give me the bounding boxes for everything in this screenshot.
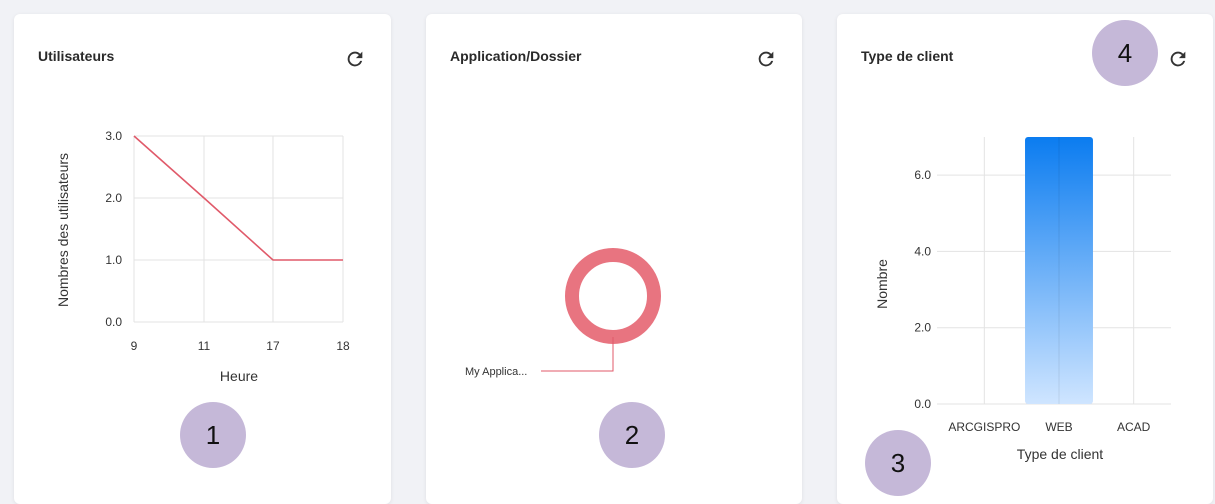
annotation-badge: 3: [865, 430, 931, 496]
y-tick-label: 2.0: [914, 321, 931, 335]
x-axis-title: Type de client: [1017, 446, 1103, 462]
annotation-badge: 4: [1092, 20, 1158, 86]
x-tick-label: ARCGISPRO: [948, 420, 1020, 434]
x-tick-label: 11: [198, 339, 211, 353]
x-axis-title: Heure: [220, 368, 258, 384]
application-donut-chart: My Applica...: [465, 248, 661, 378]
annotation-badge: 2: [599, 402, 665, 468]
annotation-badge: 1: [180, 402, 246, 468]
client-type-bar-chart: 0.0 2.0 4.0 6.0 ARCGISPRO WEB ACAD Type de cli…: [874, 137, 1171, 462]
donut-slice[interactable]: [565, 248, 661, 344]
y-tick-label: 3.0: [105, 129, 122, 143]
y-axis-title: Nombre: [874, 259, 890, 309]
x-tick-label: ACAD: [1117, 420, 1151, 434]
y-tick-label: 0.0: [105, 315, 122, 329]
donut-label: My Applica...: [465, 366, 527, 378]
y-tick-label: 2.0: [105, 191, 122, 205]
y-tick-label: 6.0: [914, 168, 931, 182]
users-line-chart: 0.0 1.0 2.0 3.0 9 11 17 18 Heure Nombres des ut…: [55, 129, 350, 384]
x-tick-label: 17: [266, 339, 280, 353]
y-tick-label: 0.0: [914, 397, 931, 411]
x-tick-label: 18: [336, 339, 350, 353]
x-tick-label: WEB: [1045, 420, 1072, 434]
x-tick-label: 9: [131, 339, 138, 353]
y-tick-label: 4.0: [914, 244, 931, 258]
y-axis-title: Nombres des utilisateurs: [55, 153, 71, 307]
y-tick-label: 1.0: [105, 253, 122, 267]
